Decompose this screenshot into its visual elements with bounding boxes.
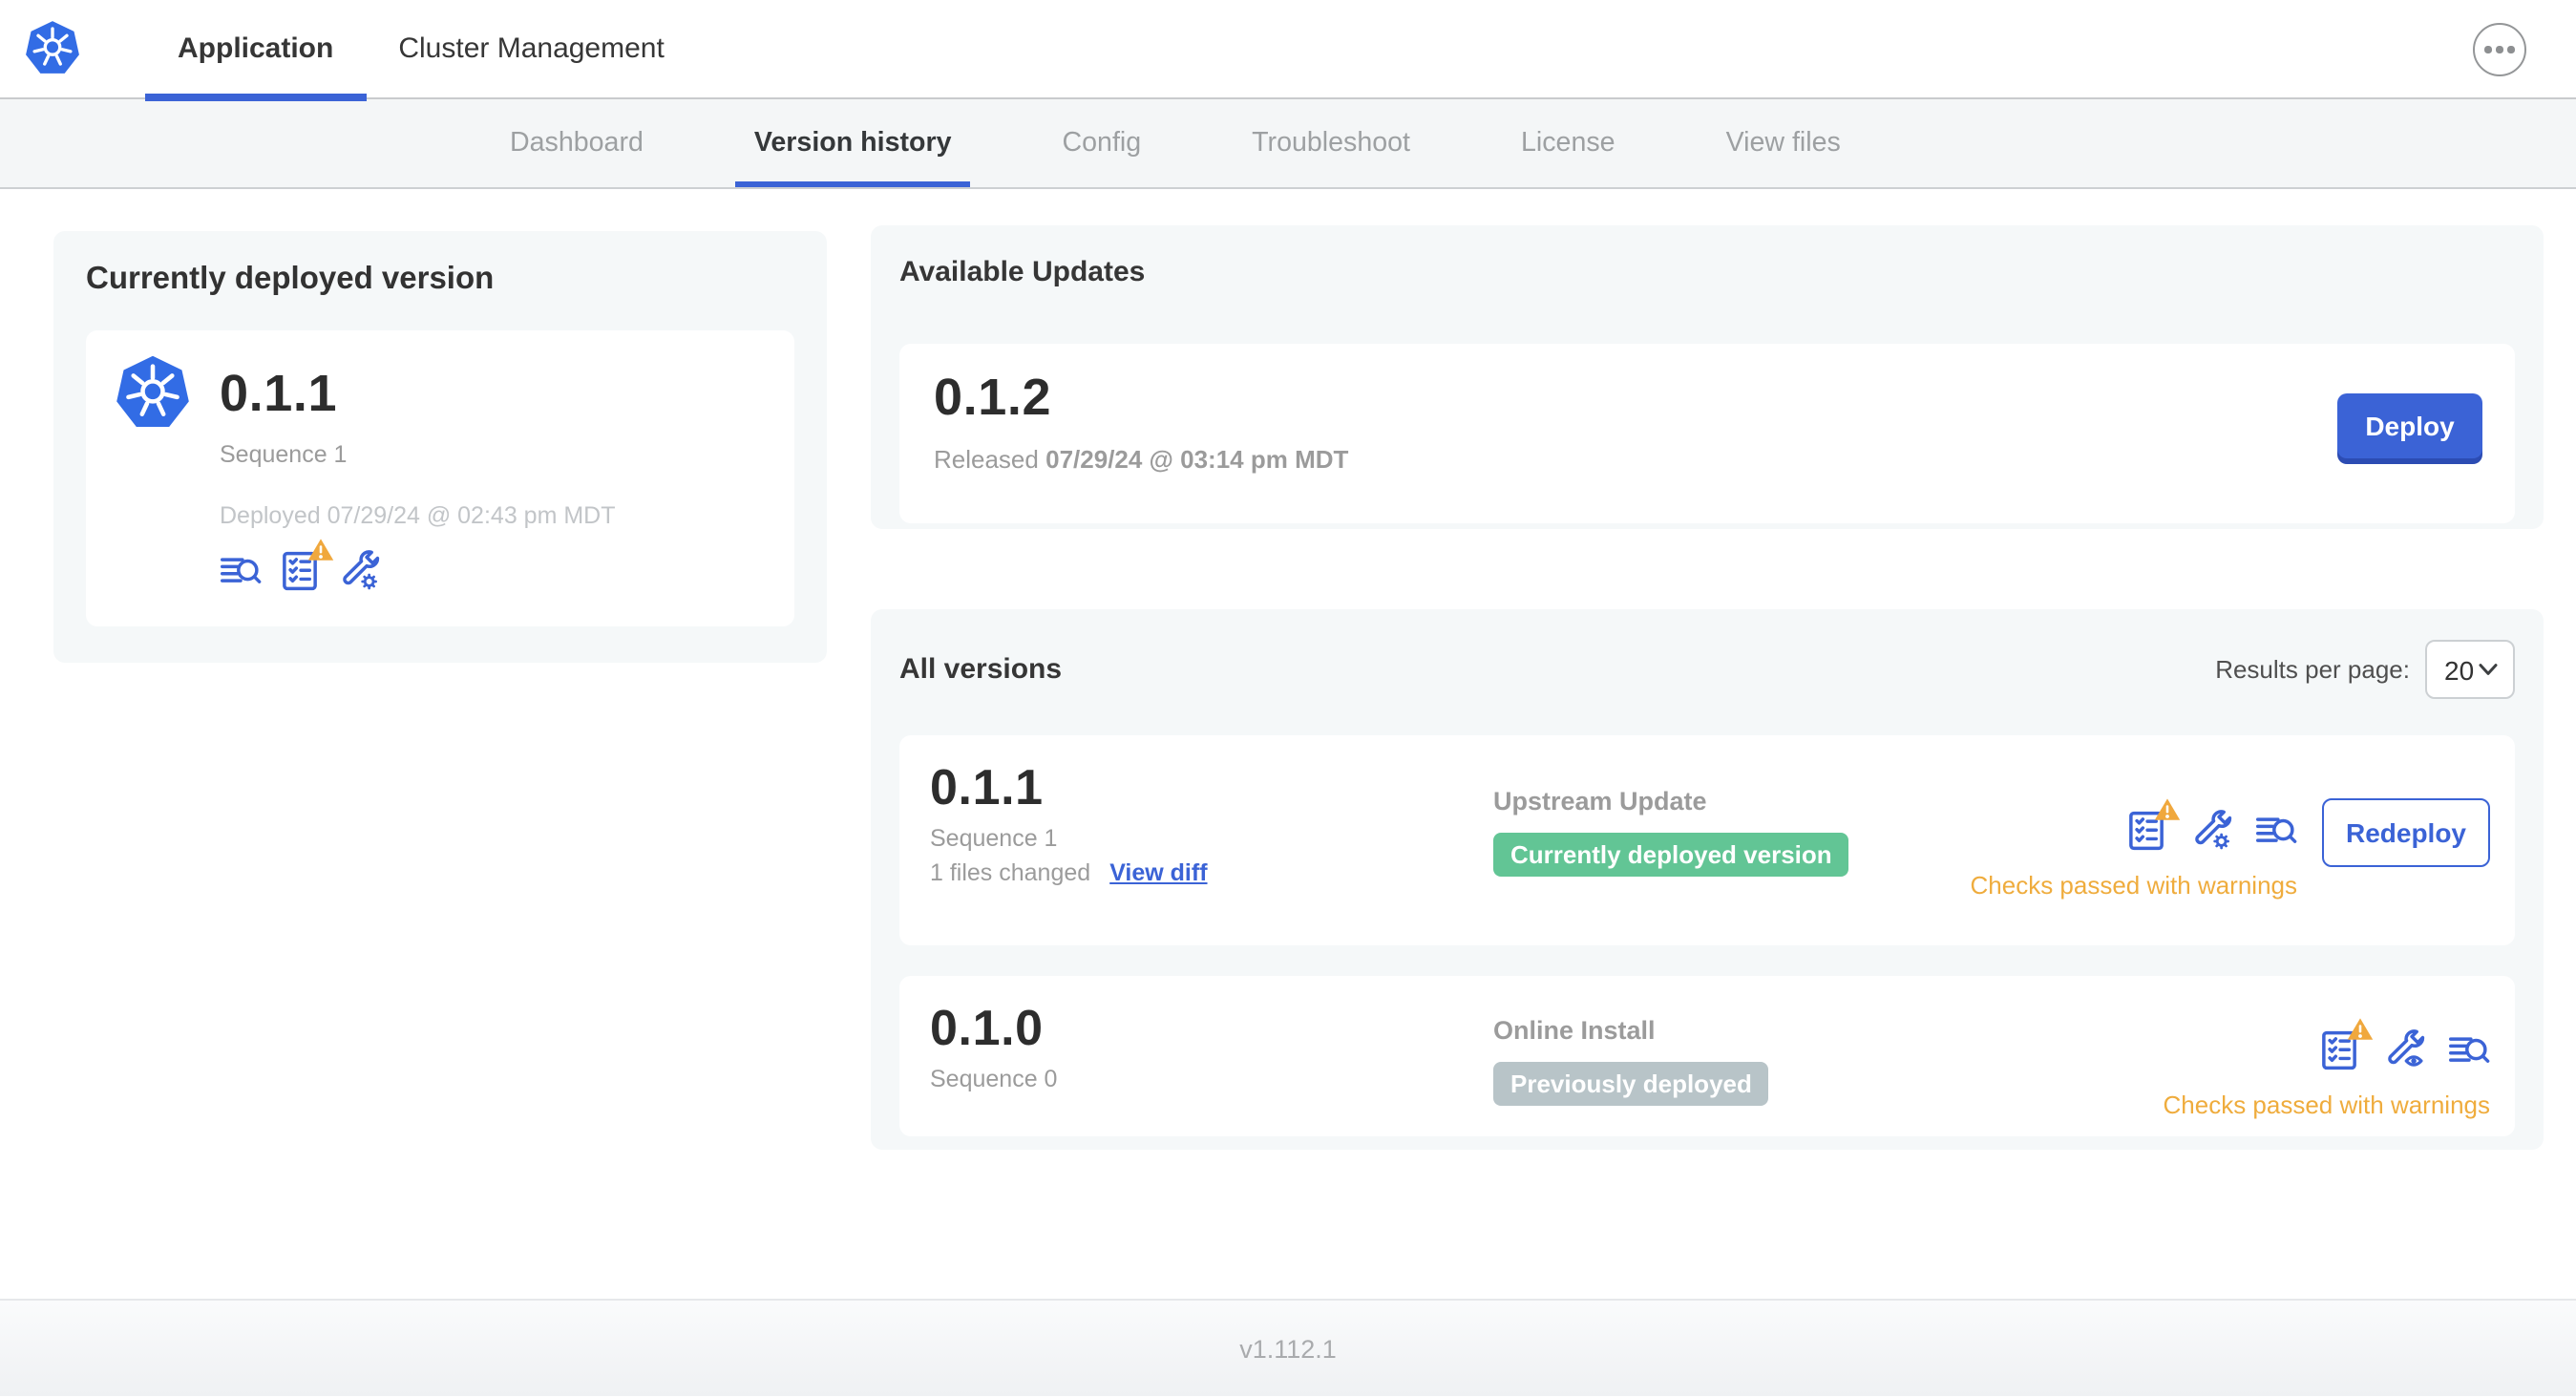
ellipsis-icon	[2484, 46, 2492, 53]
subnav-item-view-files[interactable]: View files	[1707, 99, 1860, 187]
logs-icon[interactable]	[2255, 810, 2297, 852]
subnav-item-troubleshoot[interactable]: Troubleshoot	[1233, 99, 1429, 187]
warning-triangle-icon	[2154, 796, 2181, 821]
results-per-page-label: Results per page:	[2215, 655, 2410, 684]
preflight-checks-icon[interactable]	[2318, 1018, 2374, 1071]
warning-triangle-icon	[307, 537, 334, 561]
logs-icon[interactable]	[2448, 1029, 2490, 1071]
subnav-item-dashboard[interactable]: Dashboard	[491, 99, 663, 187]
tab-cluster-management-label: Cluster Management	[398, 32, 665, 64]
currently-deployed-title: Currently deployed version	[86, 262, 495, 296]
version-history-page: Currently deployed version 0.1.1 Sequenc…	[0, 189, 2576, 1299]
config-wrench-gear-icon[interactable]	[2190, 810, 2232, 852]
results-per-page: Results per page: 20	[2215, 640, 2515, 699]
status-badge-currently-deployed: Currently deployed version	[1493, 833, 1849, 877]
status-badge-previously-deployed: Previously deployed	[1493, 1062, 1769, 1106]
update-row: 0.1.2 Released 07/29/24 @ 03:14 pm MDT D…	[899, 344, 2515, 523]
row-action-icons	[2318, 1018, 2490, 1071]
current-version-number: 0.1.1	[220, 364, 338, 421]
current-version-deployed-timestamp: Deployed 07/29/24 @ 02:43 pm MDT	[220, 502, 616, 529]
deploy-button[interactable]: Deploy	[2337, 393, 2482, 458]
row-source-label: Online Install	[1493, 1016, 1656, 1045]
app-footer: v1.112.1	[0, 1299, 2576, 1396]
row-source-label: Upstream Update	[1493, 787, 1707, 816]
all-versions-title: All versions	[899, 653, 1063, 686]
row-version-number: 0.1.0	[930, 999, 1044, 1056]
row-action-icons	[2125, 798, 2297, 852]
preflight-status-text: Checks passed with warnings	[1970, 871, 2298, 900]
preflight-checks-icon[interactable]	[279, 539, 334, 592]
tab-application[interactable]: Application	[145, 0, 366, 100]
config-wrench-eye-icon[interactable]	[2383, 1029, 2425, 1071]
subnav-item-license[interactable]: License	[1502, 99, 1635, 187]
update-version-number: 0.1.2	[934, 369, 1052, 426]
currently-deployed-card: Currently deployed version 0.1.1 Sequenc…	[53, 231, 827, 663]
version-row-0-1-1: 0.1.1 Sequence 1 1 files changed View di…	[899, 735, 2515, 945]
results-per-page-select[interactable]: 20	[2425, 640, 2515, 699]
redeploy-button[interactable]: Redeploy	[2322, 798, 2490, 867]
subnav-item-version-history[interactable]: Version history	[734, 99, 972, 187]
console-version: v1.112.1	[1239, 1335, 1337, 1364]
tab-cluster-management[interactable]: Cluster Management	[366, 0, 696, 98]
app-kubernetes-icon	[113, 353, 193, 434]
app-header: Application Cluster Management	[0, 0, 2576, 100]
kubernetes-logo-icon	[23, 19, 82, 78]
currently-deployed-version-panel: 0.1.1 Sequence 1 Deployed 07/29/24 @ 02:…	[86, 330, 794, 626]
row-sequence: Sequence 1	[930, 825, 1058, 852]
update-released-timestamp: Released 07/29/24 @ 03:14 pm MDT	[934, 445, 1349, 474]
row-version-number: 0.1.1	[930, 758, 1044, 816]
row-sequence: Sequence 0	[930, 1066, 1058, 1092]
warning-triangle-icon	[2347, 1016, 2374, 1041]
current-version-actions	[220, 539, 768, 592]
kots-admin-console: Application Cluster Management Dashboard…	[0, 0, 2576, 1396]
results-per-page-value: 20	[2444, 654, 2475, 685]
view-diff-link[interactable]: View diff	[1109, 859, 1207, 886]
version-row-0-1-0: 0.1.0 Sequence 0 Online Install Previous…	[899, 976, 2515, 1136]
config-wrench-gear-icon[interactable]	[338, 550, 380, 592]
preflight-status-text: Checks passed with warnings	[2163, 1091, 2491, 1119]
more-menu-button[interactable]	[2473, 23, 2526, 76]
subnav-item-config[interactable]: Config	[1044, 99, 1161, 187]
tab-application-label: Application	[178, 32, 334, 64]
app-subnav: Dashboard Version history Config Trouble…	[0, 99, 2576, 189]
current-version-sequence: Sequence 1	[220, 441, 348, 468]
chevron-down-icon	[2479, 664, 2498, 675]
available-updates-card: Available Updates 0.1.2 Released 07/29/2…	[871, 225, 2544, 529]
header-tabs: Application Cluster Management	[145, 0, 697, 100]
preflight-checks-icon[interactable]	[2125, 798, 2181, 852]
all-versions-card: All versions Results per page: 20 0.1.1 …	[871, 609, 2544, 1150]
row-files-changed: 1 files changed	[930, 859, 1091, 886]
logs-icon[interactable]	[220, 550, 262, 592]
available-updates-title: Available Updates	[899, 256, 1146, 288]
